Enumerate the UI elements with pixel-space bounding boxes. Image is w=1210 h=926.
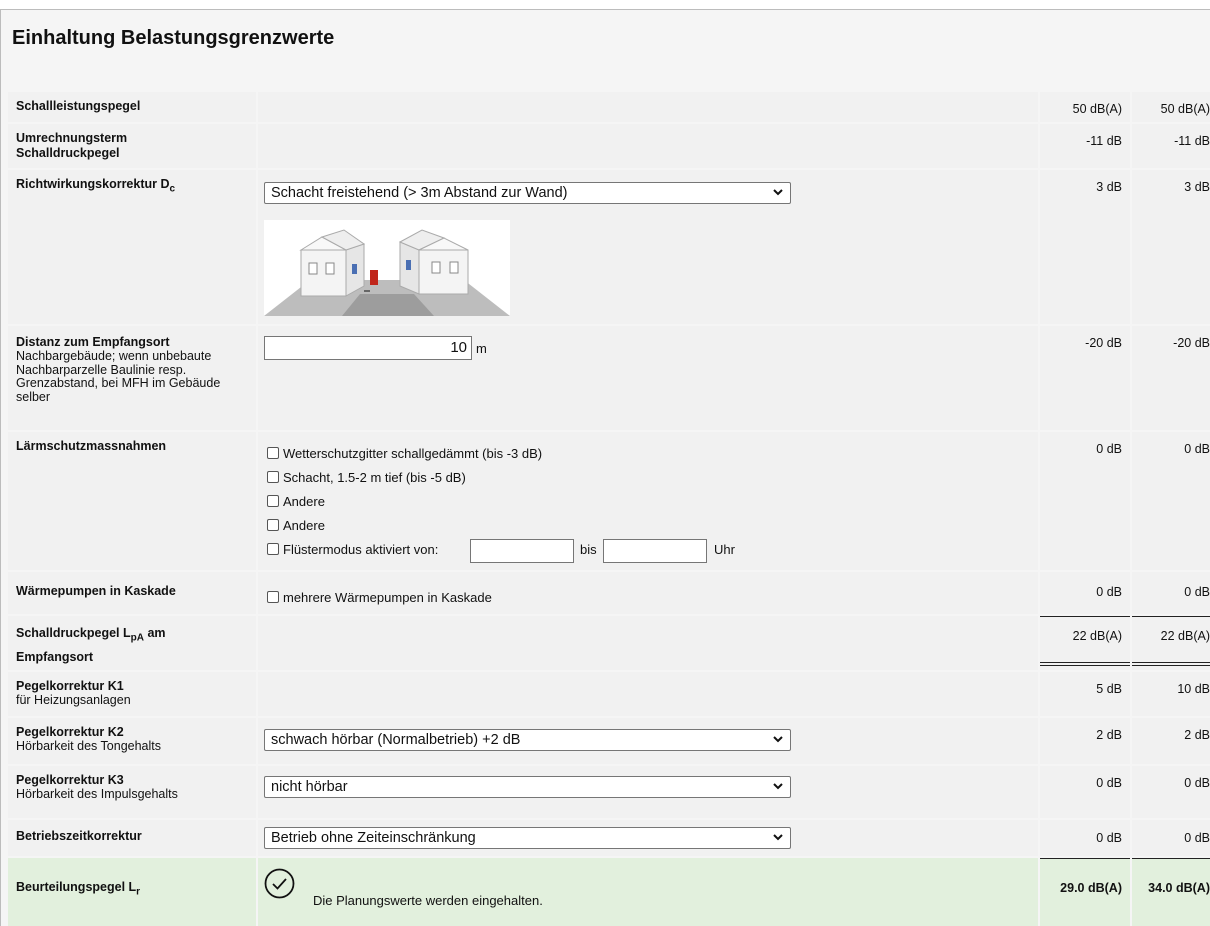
value-col2: 0 dB xyxy=(1184,776,1210,790)
row-sublabel: Nachbargebäude; wenn unbebaute Nachbarpa… xyxy=(16,349,221,404)
houses-illustration xyxy=(264,220,510,316)
value-col1: 0 dB xyxy=(1096,442,1122,456)
row-sublabel: Hörbarkeit des Impulsgehalts xyxy=(16,787,178,801)
row-kaskade: Wärmepumpen in Kaskade 0 dB 0 dB xyxy=(0,572,1210,614)
k2-select[interactable]: schwach hörbar (Normalbetrieb) +2 dB xyxy=(264,729,791,751)
row-schallleistungspegel: Schallleistungspegel 50 dB(A) 50 dB(A) xyxy=(0,92,1210,122)
checkbox-icon xyxy=(267,495,279,507)
checkbox-fluestermodus[interactable]: Flüstermodus aktiviert von: xyxy=(267,542,438,558)
value-col1: -20 dB xyxy=(1085,336,1122,350)
value-col1: 50 dB(A) xyxy=(1072,102,1122,116)
chevron-down-icon xyxy=(773,736,783,743)
checkbox-icon xyxy=(267,519,279,531)
result-message: Die Planungswerte werden eingehalten. xyxy=(313,893,543,908)
row-label: Beurteilungspegel Lr xyxy=(16,880,141,898)
checkbox-wetterschutzgitter[interactable]: Wetterschutzgitter schallgedämmt (bis -3… xyxy=(267,446,542,462)
sum-line xyxy=(1132,858,1210,859)
double-line xyxy=(1040,662,1130,666)
value-col1: 0 dB xyxy=(1096,585,1122,599)
row-k1: Pegelkorrektur K1 für Heizungsanlagen 5 d… xyxy=(0,672,1210,716)
fluester-from-input[interactable] xyxy=(470,539,574,563)
page-title: Einhaltung Belastungsgrenzwerte xyxy=(12,27,335,49)
uhr-label: Uhr xyxy=(714,542,735,557)
row-distanz: Distanz zum Empfangsort Nachbargebäude; … xyxy=(0,326,1210,430)
checkbox-icon xyxy=(267,591,279,603)
row-label: Richtwirkungskorrektur Dc xyxy=(16,177,176,195)
value-col1: 5 dB xyxy=(1096,682,1122,696)
row-label: Pegelkorrektur K2 xyxy=(16,725,124,739)
checkbox-icon xyxy=(267,471,279,483)
row-sublabel: Hörbarkeit des Tongehalts xyxy=(16,739,161,753)
chevron-down-icon xyxy=(773,189,783,196)
value-col1: 3 dB xyxy=(1096,180,1122,194)
k3-select[interactable]: nicht hörbar xyxy=(264,776,791,798)
row-label: Umrechnungsterm Schalldruckpegel xyxy=(16,131,128,160)
value-col1: -11 dB xyxy=(1086,134,1122,148)
row-label: Distanz zum Empfangsort xyxy=(16,335,170,349)
value-col2: 3 dB xyxy=(1184,180,1210,194)
row-sublabel: für Heizungsanlagen xyxy=(16,693,131,707)
row-beurteilungspegel: Beurteilungspegel Lr 29.0 dB(A) 34.0 dB(… xyxy=(0,858,1210,926)
row-label: Wärmepumpen in Kaskade xyxy=(16,584,176,598)
chevron-down-icon xyxy=(773,783,783,790)
betriebszeit-select[interactable]: Betrieb ohne Zeiteinschränkung xyxy=(264,827,791,849)
value-col2: -20 dB xyxy=(1173,336,1210,350)
value-col1: 29.0 dB(A) xyxy=(1060,881,1122,895)
value-col1: 22 dB(A) xyxy=(1072,629,1122,643)
checkbox-andere-2[interactable]: Andere xyxy=(267,518,325,534)
checkbox-icon xyxy=(267,447,279,459)
value-col1: 0 dB xyxy=(1096,776,1122,790)
double-line xyxy=(1132,662,1210,666)
distanz-input[interactable]: 10 xyxy=(264,336,472,360)
row-umrechnungsterm: Umrechnungsterm Schalldruckpegel -11 dB … xyxy=(0,124,1210,168)
row-schalldruckpegel: Schalldruckpegel LpA am Empfangsort 22 dB… xyxy=(0,616,1210,670)
value-col2: 0 dB xyxy=(1184,585,1210,599)
row-label: Lärmschutzmassnahmen xyxy=(16,439,167,453)
value-col2: 0 dB xyxy=(1184,442,1210,456)
value-col2: 2 dB xyxy=(1184,728,1210,742)
sum-line xyxy=(1132,616,1210,617)
chevron-down-icon xyxy=(773,834,783,841)
value-col2: 50 dB(A) xyxy=(1160,102,1210,116)
checkbox-schacht[interactable]: Schacht, 1.5-2 m tief (bis -5 dB) xyxy=(267,470,466,486)
checkbox-andere-1[interactable]: Andere xyxy=(267,494,325,510)
richtwirkung-select[interactable]: Schacht freistehend (> 3m Abstand zur Wa… xyxy=(264,182,791,204)
value-col1: 0 dB xyxy=(1096,831,1122,845)
row-label: Pegelkorrektur K1 xyxy=(16,679,124,693)
value-col1: 2 dB xyxy=(1096,728,1122,742)
fluester-to-input[interactable] xyxy=(603,539,707,563)
sum-line xyxy=(1040,616,1130,617)
value-col2: -11 dB xyxy=(1174,134,1210,148)
checkbox-kaskade[interactable]: mehrere Wärmepumpen in Kaskade xyxy=(267,590,492,606)
value-col2: 22 dB(A) xyxy=(1160,629,1210,643)
checkbox-icon xyxy=(267,543,279,555)
value-col2: 34.0 dB(A) xyxy=(1148,881,1210,895)
row-label: Schalldruckpegel LpA am Empfangsort xyxy=(16,626,166,664)
value-col2: 10 dB xyxy=(1177,682,1210,696)
row-label: Betriebszeitkorrektur xyxy=(16,829,142,843)
checkmark-circle-icon xyxy=(264,868,295,899)
row-label: Pegelkorrektur K3 xyxy=(16,773,124,787)
value-col2: 0 dB xyxy=(1184,831,1210,845)
distanz-unit: m xyxy=(476,341,487,356)
bis-label: bis xyxy=(580,542,597,557)
sum-line xyxy=(1040,858,1130,859)
row-label: Schallleistungspegel xyxy=(16,99,141,113)
